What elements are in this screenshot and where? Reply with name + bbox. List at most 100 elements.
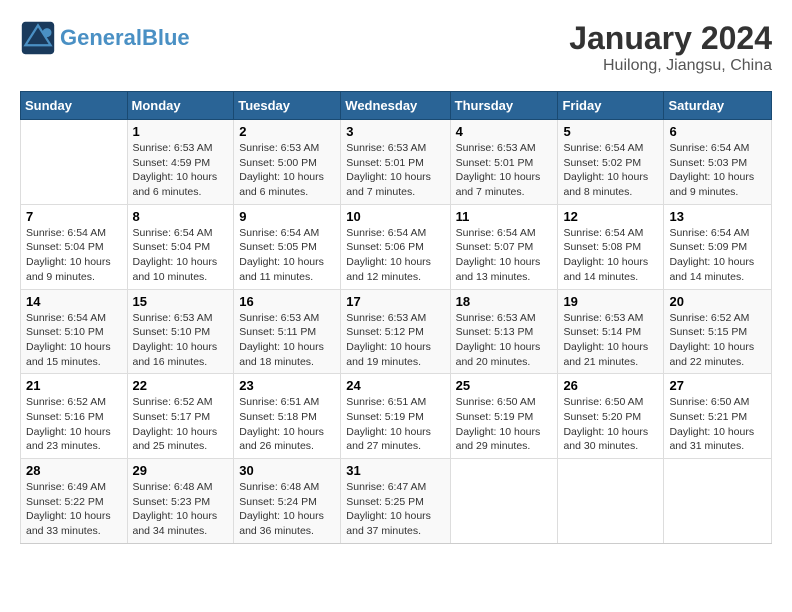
- day-number: 23: [239, 378, 335, 393]
- day-info: Sunrise: 6:53 AM Sunset: 5:01 PM Dayligh…: [346, 141, 444, 200]
- month-title: January 2024: [569, 20, 772, 57]
- day-info: Sunrise: 6:53 AM Sunset: 5:10 PM Dayligh…: [133, 311, 229, 370]
- day-info: Sunrise: 6:54 AM Sunset: 5:05 PM Dayligh…: [239, 226, 335, 285]
- calendar-cell: 7 Sunrise: 6:54 AM Sunset: 5:04 PM Daylig…: [21, 204, 128, 289]
- day-number: 4: [456, 124, 553, 139]
- day-info: Sunrise: 6:50 AM Sunset: 5:19 PM Dayligh…: [456, 395, 553, 454]
- day-number: 13: [669, 209, 766, 224]
- calendar-cell: 4 Sunrise: 6:53 AM Sunset: 5:01 PM Daylig…: [450, 120, 558, 205]
- calendar-cell: 8 Sunrise: 6:54 AM Sunset: 5:04 PM Daylig…: [127, 204, 234, 289]
- day-number: 7: [26, 209, 122, 224]
- calendar-table: SundayMondayTuesdayWednesdayThursdayFrid…: [20, 91, 772, 544]
- day-number: 15: [133, 294, 229, 309]
- calendar-cell: 2 Sunrise: 6:53 AM Sunset: 5:00 PM Daylig…: [234, 120, 341, 205]
- day-info: Sunrise: 6:47 AM Sunset: 5:25 PM Dayligh…: [346, 480, 444, 539]
- day-number: 14: [26, 294, 122, 309]
- calendar-cell: 22Sunrise: 6:52 AM Sunset: 5:17 PM Dayli…: [127, 374, 234, 459]
- calendar-cell: 18 Sunrise: 6:53 AM Sunset: 5:13 PM Dayli…: [450, 289, 558, 374]
- calendar-cell: 28Sunrise: 6:49 AM Sunset: 5:22 PM Dayli…: [21, 459, 128, 544]
- day-info: Sunrise: 6:52 AM Sunset: 5:15 PM Dayligh…: [669, 311, 766, 370]
- calendar-cell: 30 Sunrise: 6:48 AM Sunset: 5:24 PM Dayli…: [234, 459, 341, 544]
- day-info: Sunrise: 6:54 AM Sunset: 5:09 PM Dayligh…: [669, 226, 766, 285]
- calendar-cell: 25Sunrise: 6:50 AM Sunset: 5:19 PM Dayli…: [450, 374, 558, 459]
- day-info: Sunrise: 6:53 AM Sunset: 5:13 PM Dayligh…: [456, 311, 553, 370]
- day-info: Sunrise: 6:48 AM Sunset: 5:23 PM Dayligh…: [133, 480, 229, 539]
- calendar-cell: [21, 120, 128, 205]
- weekday-header-sunday: Sunday: [21, 92, 128, 120]
- weekday-header-friday: Friday: [558, 92, 664, 120]
- logo-icon: [20, 20, 56, 56]
- calendar-cell: 31 Sunrise: 6:47 AM Sunset: 5:25 PM Dayli…: [341, 459, 450, 544]
- weekday-header-monday: Monday: [127, 92, 234, 120]
- week-row-2: 7 Sunrise: 6:54 AM Sunset: 5:04 PM Daylig…: [21, 204, 772, 289]
- day-info: Sunrise: 6:54 AM Sunset: 5:03 PM Dayligh…: [669, 141, 766, 200]
- day-number: 9: [239, 209, 335, 224]
- day-number: 24: [346, 378, 444, 393]
- day-number: 31: [346, 463, 444, 478]
- day-number: 28: [26, 463, 122, 478]
- day-number: 2: [239, 124, 335, 139]
- calendar-cell: 27 Sunrise: 6:50 AM Sunset: 5:21 PM Dayli…: [664, 374, 772, 459]
- day-info: Sunrise: 6:53 AM Sunset: 5:12 PM Dayligh…: [346, 311, 444, 370]
- weekday-header-wednesday: Wednesday: [341, 92, 450, 120]
- week-row-5: 28Sunrise: 6:49 AM Sunset: 5:22 PM Dayli…: [21, 459, 772, 544]
- logo-line2: Blue: [142, 25, 190, 50]
- weekday-header-thursday: Thursday: [450, 92, 558, 120]
- logo-line1: General: [60, 25, 142, 50]
- calendar-cell: 6 Sunrise: 6:54 AM Sunset: 5:03 PM Daylig…: [664, 120, 772, 205]
- day-number: 27: [669, 378, 766, 393]
- calendar-cell: [558, 459, 664, 544]
- day-info: Sunrise: 6:51 AM Sunset: 5:18 PM Dayligh…: [239, 395, 335, 454]
- calendar-cell: 10 Sunrise: 6:54 AM Sunset: 5:06 PM Dayli…: [341, 204, 450, 289]
- day-info: Sunrise: 6:53 AM Sunset: 5:14 PM Dayligh…: [563, 311, 658, 370]
- day-info: Sunrise: 6:53 AM Sunset: 5:01 PM Dayligh…: [456, 141, 553, 200]
- calendar-cell: 9 Sunrise: 6:54 AM Sunset: 5:05 PM Daylig…: [234, 204, 341, 289]
- day-number: 5: [563, 124, 658, 139]
- day-number: 8: [133, 209, 229, 224]
- day-number: 21: [26, 378, 122, 393]
- day-info: Sunrise: 6:51 AM Sunset: 5:19 PM Dayligh…: [346, 395, 444, 454]
- day-number: 18: [456, 294, 553, 309]
- day-info: Sunrise: 6:53 AM Sunset: 5:11 PM Dayligh…: [239, 311, 335, 370]
- day-info: Sunrise: 6:53 AM Sunset: 4:59 PM Dayligh…: [133, 141, 229, 200]
- calendar-cell: 20 Sunrise: 6:52 AM Sunset: 5:15 PM Dayli…: [664, 289, 772, 374]
- day-number: 26: [563, 378, 658, 393]
- day-info: Sunrise: 6:54 AM Sunset: 5:02 PM Dayligh…: [563, 141, 658, 200]
- calendar-cell: 3Sunrise: 6:53 AM Sunset: 5:01 PM Daylig…: [341, 120, 450, 205]
- day-number: 12: [563, 209, 658, 224]
- calendar-cell: 26Sunrise: 6:50 AM Sunset: 5:20 PM Dayli…: [558, 374, 664, 459]
- calendar-cell: 19Sunrise: 6:53 AM Sunset: 5:14 PM Dayli…: [558, 289, 664, 374]
- calendar-cell: 11Sunrise: 6:54 AM Sunset: 5:07 PM Dayli…: [450, 204, 558, 289]
- week-row-1: 1 Sunrise: 6:53 AM Sunset: 4:59 PM Daylig…: [21, 120, 772, 205]
- week-row-3: 14Sunrise: 6:54 AM Sunset: 5:10 PM Dayli…: [21, 289, 772, 374]
- day-info: Sunrise: 6:54 AM Sunset: 5:04 PM Dayligh…: [26, 226, 122, 285]
- calendar-cell: 12 Sunrise: 6:54 AM Sunset: 5:08 PM Dayli…: [558, 204, 664, 289]
- day-number: 6: [669, 124, 766, 139]
- day-info: Sunrise: 6:54 AM Sunset: 5:04 PM Dayligh…: [133, 226, 229, 285]
- day-info: Sunrise: 6:54 AM Sunset: 5:06 PM Dayligh…: [346, 226, 444, 285]
- calendar-cell: [664, 459, 772, 544]
- day-info: Sunrise: 6:53 AM Sunset: 5:00 PM Dayligh…: [239, 141, 335, 200]
- title-block: January 2024 Huilong, Jiangsu, China: [569, 20, 772, 75]
- calendar-cell: 5 Sunrise: 6:54 AM Sunset: 5:02 PM Daylig…: [558, 120, 664, 205]
- day-number: 20: [669, 294, 766, 309]
- day-info: Sunrise: 6:52 AM Sunset: 5:17 PM Dayligh…: [133, 395, 229, 454]
- weekday-header-row: SundayMondayTuesdayWednesdayThursdayFrid…: [21, 92, 772, 120]
- day-info: Sunrise: 6:48 AM Sunset: 5:24 PM Dayligh…: [239, 480, 335, 539]
- day-number: 29: [133, 463, 229, 478]
- day-number: 10: [346, 209, 444, 224]
- calendar-cell: 14Sunrise: 6:54 AM Sunset: 5:10 PM Dayli…: [21, 289, 128, 374]
- calendar-cell: 13 Sunrise: 6:54 AM Sunset: 5:09 PM Dayli…: [664, 204, 772, 289]
- calendar-cell: 15 Sunrise: 6:53 AM Sunset: 5:10 PM Dayli…: [127, 289, 234, 374]
- week-row-4: 21Sunrise: 6:52 AM Sunset: 5:16 PM Dayli…: [21, 374, 772, 459]
- calendar-cell: 16Sunrise: 6:53 AM Sunset: 5:11 PM Dayli…: [234, 289, 341, 374]
- day-info: Sunrise: 6:50 AM Sunset: 5:21 PM Dayligh…: [669, 395, 766, 454]
- day-number: 30: [239, 463, 335, 478]
- day-info: Sunrise: 6:54 AM Sunset: 5:08 PM Dayligh…: [563, 226, 658, 285]
- calendar-cell: 17Sunrise: 6:53 AM Sunset: 5:12 PM Dayli…: [341, 289, 450, 374]
- calendar-cell: 29 Sunrise: 6:48 AM Sunset: 5:23 PM Dayli…: [127, 459, 234, 544]
- calendar-cell: 24 Sunrise: 6:51 AM Sunset: 5:19 PM Dayli…: [341, 374, 450, 459]
- day-number: 1: [133, 124, 229, 139]
- calendar-cell: 21Sunrise: 6:52 AM Sunset: 5:16 PM Dayli…: [21, 374, 128, 459]
- day-number: 11: [456, 209, 553, 224]
